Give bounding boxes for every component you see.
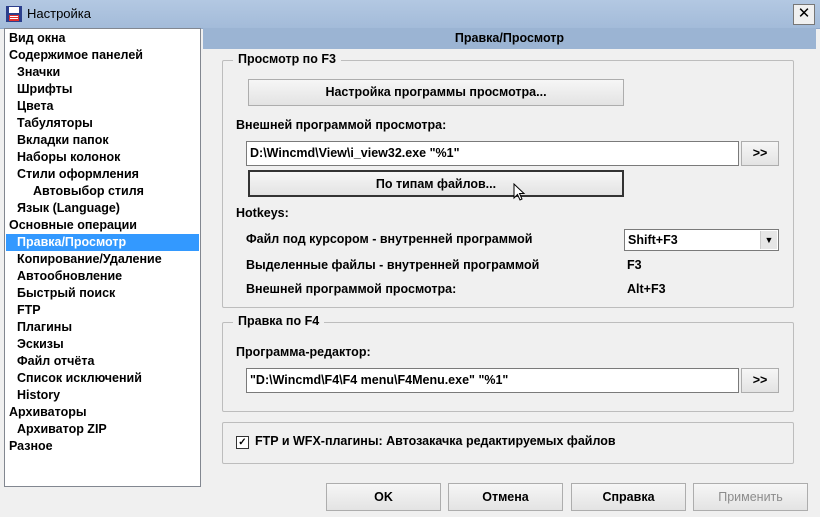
settings-tree[interactable]: Вид окна Содержимое панелей Значки Шрифты Цв… <box>4 28 201 487</box>
hotkey-external-value: Alt+F3 <box>627 282 666 296</box>
browse-viewer-button[interactable]: >> <box>741 141 779 166</box>
sidebar-item[interactable]: Вид окна <box>6 30 199 47</box>
editor-input[interactable]: "D:\Wincmd\F4\F4 menu\F4Menu.exe" "%1" <box>246 368 739 393</box>
sidebar-item[interactable]: Цвета <box>6 98 199 115</box>
external-viewer-input[interactable]: D:\Wincmd\View\i_view32.exe "%1" <box>246 141 739 166</box>
hotkey-cursor-value: Shift+F3 <box>628 233 678 247</box>
sidebar-item[interactable]: Плагины <box>6 319 199 336</box>
viewer-settings-label: Настройка программы просмотра... <box>325 85 547 99</box>
apply-button[interactable]: Применить <box>693 483 808 511</box>
cancel-button[interactable]: Отмена <box>448 483 563 511</box>
hotkey-label-cursor: Файл под курсором - внутренней программо… <box>246 232 533 246</box>
sidebar-item[interactable]: Автовыбор стиля <box>6 183 199 200</box>
f4-edit-group: Правка по F4 Программа-редактор: "D:\Win… <box>222 314 794 412</box>
mouse-cursor-icon <box>513 183 526 201</box>
f3-view-group: Просмотр по F3 Настройка программы просм… <box>222 52 794 308</box>
sidebar-item[interactable]: Копирование/Удаление <box>6 251 199 268</box>
browse-editor-button[interactable]: >> <box>741 368 779 393</box>
title-bar: Настройка ✕ <box>0 0 820 29</box>
help-button[interactable]: Справка <box>571 483 686 511</box>
hotkey-label-selected: Выделенные файлы - внутренней программой <box>246 258 540 272</box>
sidebar-item[interactable]: Архиватор ZIP <box>6 421 199 438</box>
hotkeys-label: Hotkeys: <box>236 206 289 220</box>
sidebar-item[interactable]: Наборы колонок <box>6 149 199 166</box>
sidebar-item[interactable]: Архиваторы <box>6 404 199 421</box>
sidebar-item[interactable]: Эскизы <box>6 336 199 353</box>
sidebar-item[interactable]: Список исключений <box>6 370 199 387</box>
sidebar-item[interactable]: Вкладки папок <box>6 132 199 149</box>
page-title: Правка/Просмотр <box>203 28 816 49</box>
sidebar-item[interactable]: Разное <box>6 438 199 455</box>
sidebar-item[interactable]: Содержимое панелей <box>6 47 199 64</box>
sidebar-item[interactable]: Шрифты <box>6 81 199 98</box>
hotkey-label-external: Внешней программой просмотра: <box>246 282 457 296</box>
ftp-autoupload-checkbox[interactable]: ✓ <box>236 436 249 449</box>
ftp-options-group: ✓ FTP и WFX-плагины: Автозакачка редакти… <box>222 422 794 464</box>
f4-group-title: Правка по F4 <box>233 314 325 328</box>
sidebar-item[interactable]: Значки <box>6 64 199 81</box>
sidebar-item[interactable]: Файл отчёта <box>6 353 199 370</box>
window-title: Настройка <box>27 6 91 21</box>
sidebar-item[interactable]: Табуляторы <box>6 115 199 132</box>
ftp-autoupload-label: FTP и WFX-плагины: Автозакачка редактиру… <box>255 434 616 448</box>
floppy-disk-icon <box>6 6 22 22</box>
sidebar-item[interactable]: History <box>6 387 199 404</box>
close-button[interactable]: ✕ <box>793 4 815 25</box>
by-file-type-button[interactable]: По типам файлов... <box>248 170 624 197</box>
ok-button[interactable]: OK <box>326 483 441 511</box>
sidebar-item[interactable]: Стили оформления <box>6 166 199 183</box>
hotkey-selected-value: F3 <box>627 258 642 272</box>
f3-group-title: Просмотр по F3 <box>233 52 341 66</box>
viewer-settings-button[interactable]: Настройка программы просмотра... <box>248 79 624 106</box>
sidebar-item[interactable]: Автообновление <box>6 268 199 285</box>
sidebar-item[interactable]: Основные операции <box>6 217 199 234</box>
chevron-down-icon[interactable]: ▼ <box>760 231 777 249</box>
sidebar-item[interactable]: Быстрый поиск <box>6 285 199 302</box>
external-viewer-label: Внешней программой просмотра: <box>236 118 447 132</box>
sidebar-item[interactable]: FTP <box>6 302 199 319</box>
sidebar-item[interactable]: Правка/Просмотр <box>6 234 199 251</box>
hotkey-cursor-select[interactable]: Shift+F3 ▼ <box>624 229 779 251</box>
sidebar-item[interactable]: Язык (Language) <box>6 200 199 217</box>
editor-label: Программа-редактор: <box>236 345 371 359</box>
